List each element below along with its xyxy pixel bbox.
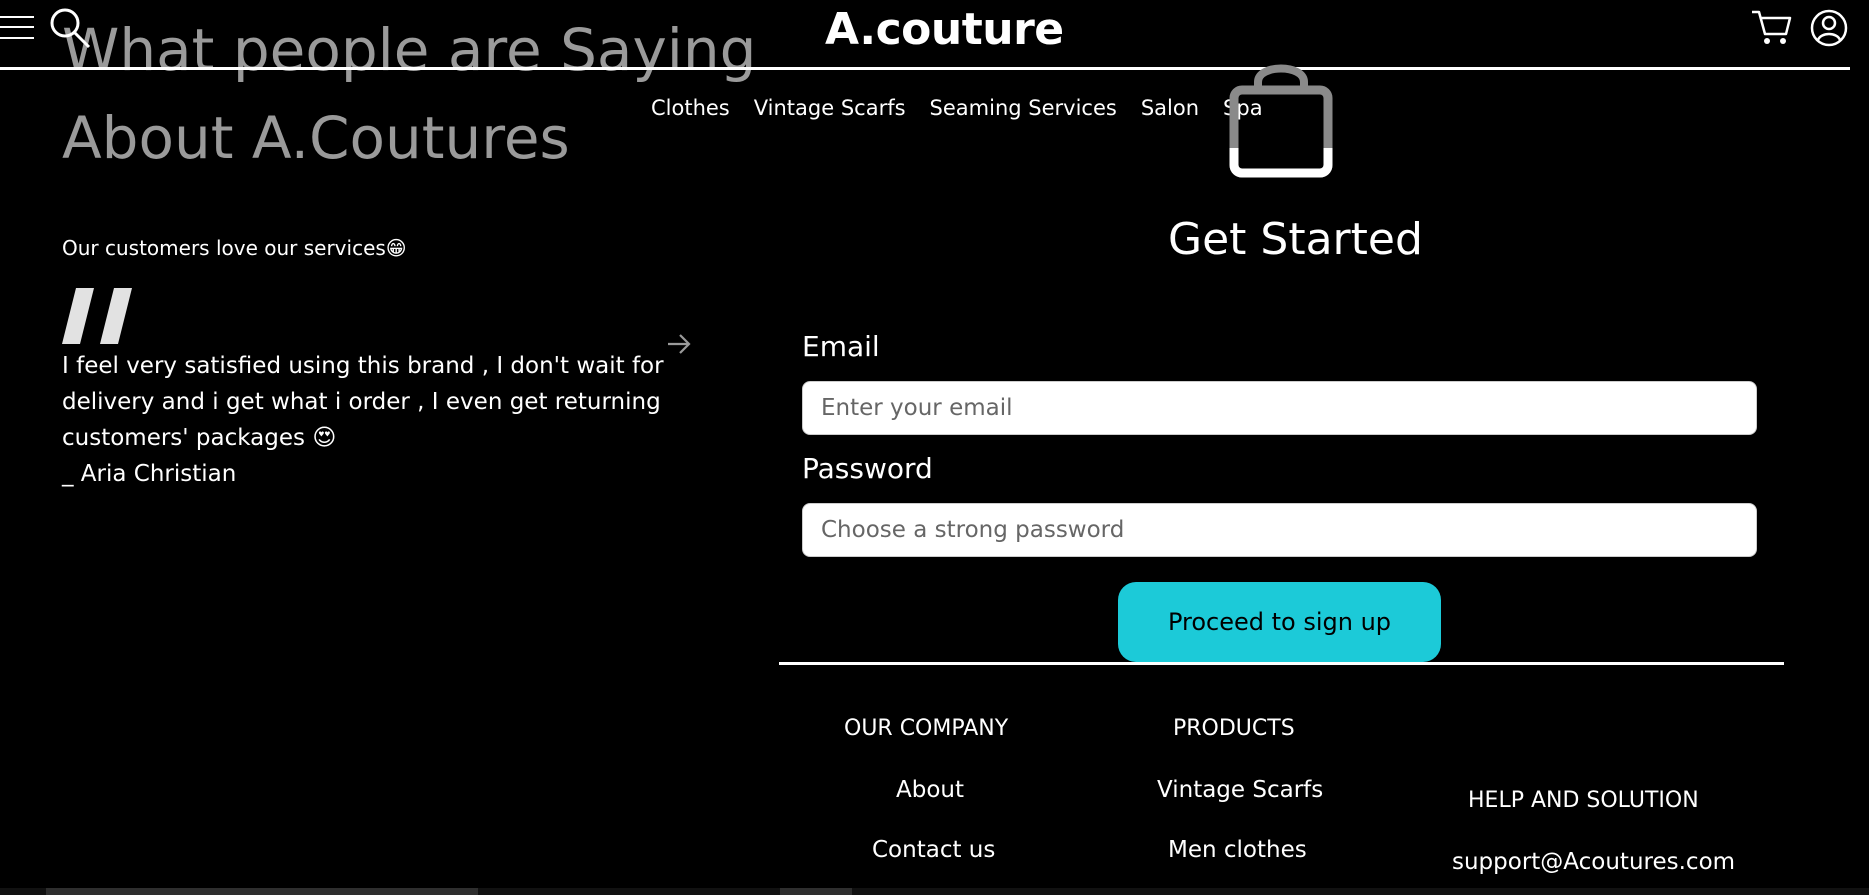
- nav-item-salon[interactable]: Salon: [1141, 96, 1199, 120]
- cart-icon[interactable]: [1750, 6, 1792, 48]
- testimonial-author: _ Aria Christian: [62, 461, 237, 487]
- hero-title: What people are Saying About A.Coutures: [62, 16, 757, 172]
- password-field[interactable]: [802, 503, 1757, 557]
- horizontal-scrollbar[interactable]: [0, 888, 1869, 895]
- password-label: Password: [802, 452, 933, 485]
- footer-link-about[interactable]: About: [896, 777, 964, 803]
- footer-products-heading: PRODUCTS: [1173, 716, 1295, 741]
- quote-icon: [62, 288, 132, 344]
- email-field[interactable]: [802, 381, 1757, 435]
- footer-divider: [779, 662, 1784, 665]
- signup-title: Get Started: [1168, 214, 1423, 265]
- footer-link-men-clothes[interactable]: Men clothes: [1168, 837, 1307, 863]
- hamburger-menu-icon[interactable]: [0, 10, 34, 44]
- footer-support-email[interactable]: support@Acoutures.com: [1452, 849, 1735, 875]
- testimonial-quote: I feel very satisfied using this brand ,…: [62, 353, 664, 451]
- search-icon[interactable]: [48, 6, 92, 50]
- brand-logo[interactable]: A.couture: [825, 4, 1064, 55]
- signup-button[interactable]: Proceed to sign up: [1118, 582, 1441, 662]
- testimonial-card: I feel very satisfied using this brand ,…: [62, 348, 712, 492]
- header-divider: [0, 67, 1850, 70]
- email-label: Email: [802, 330, 880, 363]
- shopping-bag-icon: [1229, 64, 1333, 178]
- footer-company-heading: OUR COMPANY: [844, 716, 1009, 741]
- nav-item-vintage-scarfs[interactable]: Vintage Scarfs: [754, 96, 906, 120]
- footer-help-heading: HELP AND SOLUTION: [1468, 788, 1699, 813]
- footer-link-vintage-scarfs[interactable]: Vintage Scarfs: [1157, 777, 1323, 803]
- nav-item-seaming-services[interactable]: Seaming Services: [930, 96, 1117, 120]
- main-nav: Clothes Vintage Scarfs Seaming Services …: [651, 96, 1263, 120]
- user-icon[interactable]: [1809, 8, 1849, 48]
- testimonial-tagline: Our customers love our services😁: [62, 236, 407, 260]
- nav-item-clothes[interactable]: Clothes: [651, 96, 730, 120]
- footer-link-contact[interactable]: Contact us: [872, 837, 995, 863]
